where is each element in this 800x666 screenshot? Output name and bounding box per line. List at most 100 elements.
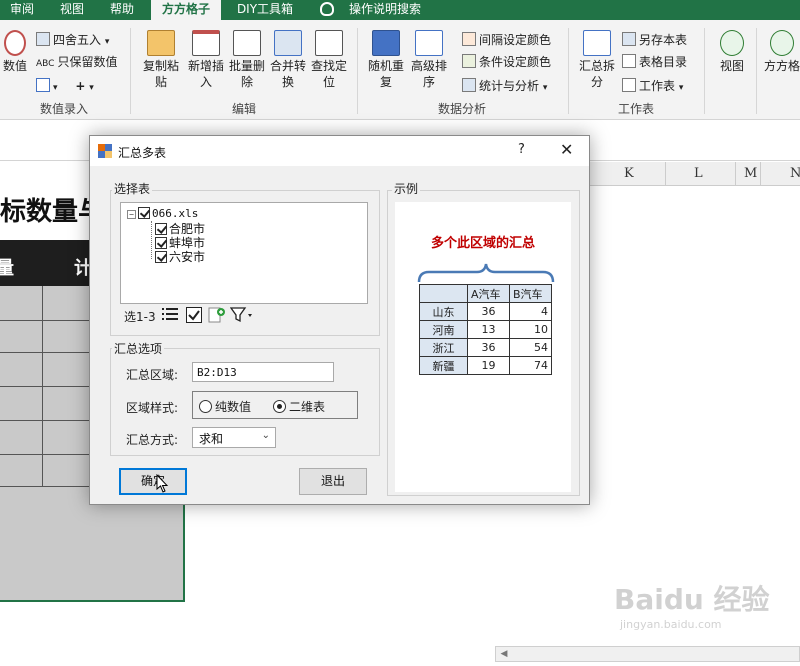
scroll-left-arrow-icon[interactable]: ◀ [498, 648, 510, 660]
style-radio-group: 纯数值 二维表 [192, 391, 358, 419]
round-button[interactable]: 四舍五入 ▾ [36, 30, 109, 50]
tree-toolbar: 选1-3 [120, 306, 368, 326]
conditional-color-button[interactable]: 条件设定颜色 [462, 52, 551, 72]
cell-b: 10 [509, 320, 552, 339]
merge-convert-label: 合并转换 [269, 59, 306, 89]
row-label: 山东 [419, 302, 468, 321]
magnifier-icon [315, 30, 343, 56]
ok-button[interactable]: 确定 [119, 468, 187, 495]
column-header-n[interactable]: N [790, 166, 800, 181]
keep-value-label: 只保留数值 [57, 55, 118, 69]
example-table: A汽车 B汽车 山东 36 4 河南 13 10 浙江 36 54 新疆 19 [419, 284, 552, 375]
tree-connector [151, 221, 152, 259]
tree-item-label: 六安市 [169, 250, 206, 264]
example-header-cell [419, 284, 468, 303]
radio-plain-values[interactable]: 纯数值 [199, 398, 251, 415]
example-header-row: A汽车 B汽车 [419, 284, 552, 303]
cell-a: 36 [467, 338, 510, 357]
sheet-tree[interactable]: −066.xls 合肥市 蚌埠市 六安市 [120, 202, 368, 304]
summary-split-button[interactable]: 汇总拆分 [576, 30, 618, 90]
tab-view[interactable]: 视图 [50, 0, 94, 20]
baidu-watermark: Baidu 经验 jingyan.baidu.com [614, 578, 770, 638]
conditional-color-label: 条件设定颜色 [479, 55, 552, 69]
horizontal-scrollbar[interactable]: ◀ [495, 646, 800, 662]
copy-paste-label: 复制粘贴 [142, 59, 179, 89]
find-locate-button[interactable]: 查找定位 [308, 30, 350, 90]
merge-icon [274, 30, 302, 56]
filter-icon[interactable] [229, 307, 254, 324]
method-select[interactable]: 求和 ⌄ [192, 427, 276, 448]
random-repeat-button[interactable]: 随机重复 [365, 30, 407, 90]
tree-item[interactable]: 六安市 [155, 248, 205, 265]
checkbox-checked-icon[interactable] [155, 251, 167, 263]
insert-button[interactable]: 新增插入 [185, 30, 227, 90]
range-input[interactable]: B2:D13 [192, 362, 334, 382]
cell-b: 4 [509, 302, 552, 321]
help-button[interactable]: ? [518, 142, 525, 157]
stats-analysis-button[interactable]: 统计与分析 ▾ [462, 76, 547, 96]
edit-dropdown-button[interactable]: ▾ + ▾ [36, 76, 94, 96]
example-caption: 多个此区域的汇总 [430, 236, 535, 251]
separator [568, 28, 569, 114]
radio-two-dim-table[interactable]: 二维表 [273, 398, 325, 415]
separator [704, 28, 705, 114]
collapse-icon[interactable]: − [127, 210, 136, 219]
table-catalog-button[interactable]: 表格目录 [622, 52, 687, 72]
tree-root[interactable]: − 066.xls [127, 207, 198, 220]
radio-unselected-icon[interactable] [199, 400, 212, 413]
check-all-icon[interactable] [186, 307, 204, 324]
row-label: 河南 [419, 320, 468, 339]
worksheet-label: 工作表 [639, 79, 676, 93]
brace-icon [417, 263, 555, 283]
analysis-group-label: 数据分析 [437, 102, 486, 116]
worksheet-button[interactable]: 工作表 ▾ [622, 76, 683, 96]
insert-rows-icon [192, 30, 220, 56]
radio-selected-icon[interactable] [273, 400, 286, 413]
exit-button[interactable]: 退出 [299, 468, 367, 495]
insert-label: 新增插入 [187, 59, 224, 89]
list-icon[interactable] [162, 307, 180, 324]
batch-delete-button[interactable]: 批量删除 [226, 30, 268, 90]
round-icon [36, 32, 50, 46]
checkbox-checked-icon[interactable] [138, 207, 150, 219]
advanced-sort-button[interactable]: 高级排序 [408, 30, 450, 90]
clipboard-icon [147, 30, 175, 56]
conditional-color-icon [462, 54, 476, 68]
close-icon[interactable]: ✕ [560, 140, 573, 159]
table-catalog-icon [622, 54, 636, 68]
header-cell-left: 量 [0, 258, 14, 279]
tab-fangfang[interactable]: 方方格子 [151, 0, 221, 20]
fangfang-button[interactable]: 方方格子 [764, 30, 800, 74]
plus-icon[interactable]: + [75, 79, 85, 93]
column-header-m[interactable]: M [744, 166, 757, 181]
view-button[interactable]: 视图 [712, 30, 752, 74]
tab-review[interactable]: 审阅 [0, 0, 44, 20]
column-headers: K L M N [590, 162, 800, 186]
interval-color-button[interactable]: 间隔设定颜色 [462, 30, 551, 50]
copy-paste-button[interactable]: 复制粘贴 [140, 30, 182, 90]
merge-convert-button[interactable]: 合并转换 [267, 30, 309, 90]
pencil-icon [36, 78, 50, 92]
save-sheet-button[interactable]: 另存本表 [622, 30, 687, 50]
view-label: 视图 [719, 59, 744, 73]
radio-plain-values-label: 纯数值 [215, 400, 252, 414]
tab-diy-toolbox[interactable]: DIY工具箱 [230, 0, 300, 20]
example-header-cell: A汽车 [467, 284, 510, 303]
dialog-title-bar[interactable]: 汇总多表 ? ✕ [90, 136, 589, 166]
column-header-l[interactable]: L [694, 166, 703, 181]
tab-help[interactable]: 帮助 [100, 0, 144, 20]
random-repeat-label: 随机重复 [367, 59, 404, 89]
number-entry-group-label: 数值录入 [39, 102, 88, 116]
table-row: 山东 36 4 [419, 302, 552, 321]
interval-color-icon [462, 32, 476, 46]
ribbon-tab-bar: 审阅 视图 帮助 方方格子 DIY工具箱 操作说明搜索 [0, 0, 800, 20]
add-file-icon[interactable] [208, 307, 226, 324]
style-label: 区域样式: [126, 401, 179, 415]
keep-value-button[interactable]: ABC 只保留数值 [36, 52, 117, 72]
column-header-k[interactable]: K [624, 166, 634, 181]
number-button[interactable]: 数值 [0, 30, 30, 74]
summary-split-label: 汇总拆分 [578, 59, 615, 89]
tab-tell-me-search[interactable]: 操作说明搜索 [342, 0, 428, 20]
selection-count: 选1-3 [124, 310, 156, 324]
example-panel: 多个此区域的汇总 A汽车 B汽车 山东 36 4 河南 13 10 浙江 36 [395, 202, 571, 492]
